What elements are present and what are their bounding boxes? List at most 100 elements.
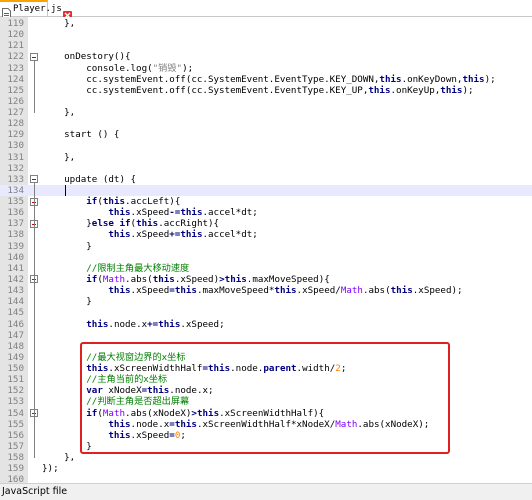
line-number: 143 xyxy=(7,285,24,297)
code-line[interactable]: 131 }, xyxy=(0,152,532,163)
code-line[interactable]: 149 //最大视窗边界的x坐标 xyxy=(0,352,532,363)
code-line[interactable]: 119 }, xyxy=(0,18,532,29)
line-number: 125 xyxy=(7,84,24,96)
close-icon[interactable] xyxy=(62,5,72,20)
code-line[interactable]: 135 if(this.accLeft){ xyxy=(0,196,532,207)
fold-toggle-icon[interactable] xyxy=(30,52,38,61)
code-token: parent xyxy=(263,363,297,375)
code-line[interactable]: 143 this.xSpeed=this.maxMoveSpeed*this.x… xyxy=(0,285,532,296)
code-token: else if xyxy=(91,218,131,230)
line-number: 120 xyxy=(7,29,24,41)
code-token: this xyxy=(208,363,231,375)
code-token: this xyxy=(224,273,247,285)
fold-toggle-icon[interactable] xyxy=(30,175,38,184)
code-line[interactable]: 145 xyxy=(0,307,532,318)
code-line[interactable]: 151 //主角当前的x坐标 xyxy=(0,374,532,385)
code-line[interactable]: 148 xyxy=(0,341,532,352)
code-text: cc.systemEvent.off(cc.SystemEvent.EventT… xyxy=(42,84,473,96)
code-line[interactable]: 146 this.node.x+=this.xSpeed; xyxy=(0,319,532,330)
code-line[interactable]: 158 }, xyxy=(0,452,532,463)
code-token: this xyxy=(379,73,402,85)
line-number: 139 xyxy=(7,240,24,252)
code-line[interactable]: 127 }, xyxy=(0,107,532,118)
code-line[interactable]: 154 if(Math.abs(xNodeX)>this.xScreenWidt… xyxy=(0,408,532,419)
line-number: 138 xyxy=(7,229,24,241)
code-token: .xSpeed/ xyxy=(296,285,341,297)
code-line[interactable]: 141 //限制主角最大移动速度 xyxy=(0,263,532,274)
code-line[interactable]: 126 xyxy=(0,96,532,107)
code-line[interactable]: 140 xyxy=(0,252,532,263)
tab-player-js[interactable]: Player.js xyxy=(0,0,72,20)
code-token: //最大视窗边界的x坐标 xyxy=(86,351,186,363)
code-token: } xyxy=(42,240,92,252)
line-number: 156 xyxy=(7,429,24,441)
code-token: .xSpeed xyxy=(130,285,170,297)
code-line[interactable]: 136 this.xSpeed-=this.accel*dt; xyxy=(0,207,532,218)
code-line[interactable]: 156 this.xSpeed=0; xyxy=(0,430,532,441)
code-text: this.xSpeed=this.maxMoveSpeed*this.xSpee… xyxy=(42,285,462,297)
code-editor[interactable]: 119 }, 120 121 122 onDestory(){123 console.… xyxy=(0,17,532,485)
line-number: 149 xyxy=(7,351,24,363)
code-line[interactable]: 120 xyxy=(0,29,532,40)
code-token: .xSpeed; xyxy=(180,318,225,330)
code-token: this xyxy=(158,318,181,330)
line-number: 122 xyxy=(7,51,24,63)
code-line[interactable]: 144 } xyxy=(0,296,532,307)
line-number: 137 xyxy=(7,218,24,230)
code-line[interactable]: 130 xyxy=(0,140,532,151)
code-line[interactable]: 139 } xyxy=(0,241,532,252)
code-line[interactable]: 152 var xNodeX=this.node.x; xyxy=(0,385,532,396)
line-number: 140 xyxy=(7,251,24,263)
code-text: this.xScreenWidthHalf=this.node.parent.w… xyxy=(42,363,346,374)
code-token: .width/ xyxy=(296,363,336,375)
code-line[interactable]: 150 this.xScreenWidthHalf=this.node.pare… xyxy=(0,363,532,374)
fold-guide xyxy=(34,60,35,113)
code-token: //主角当前的x坐标 xyxy=(86,374,168,386)
code-line[interactable]: 138 this.xSpeed+=this.accel*dt; xyxy=(0,229,532,240)
code-line[interactable]: 142 if(Math.abs(this.xSpeed)>this.maxMov… xyxy=(0,274,532,285)
code-token: this xyxy=(108,285,131,297)
code-token: this xyxy=(368,84,391,96)
code-text: }, xyxy=(42,107,75,118)
code-line[interactable]: 155 this.node.x=this.xScreenWidthHalf*xN… xyxy=(0,419,532,430)
code-line[interactable]: 124 cc.systemEvent.off(cc.SystemEvent.Ev… xyxy=(0,74,532,85)
code-token: .xSpeed) xyxy=(174,273,220,285)
code-line[interactable]: 128 xyxy=(0,118,532,129)
code-line[interactable]: 137 }else if(this.accRight){ xyxy=(0,218,532,229)
code-line[interactable]: 132 xyxy=(0,163,532,174)
code-token: this xyxy=(274,285,297,297)
code-line[interactable]: 157 } xyxy=(0,441,532,452)
code-token: ); xyxy=(484,73,496,85)
code-token: }, xyxy=(42,151,76,163)
code-line[interactable]: 125 cc.systemEvent.off(cc.SystemEvent.Ev… xyxy=(0,85,532,96)
code-token: this xyxy=(440,84,463,96)
line-number: 146 xyxy=(7,318,24,330)
line-number: 129 xyxy=(7,129,24,141)
code-token: ); xyxy=(182,62,194,74)
code-token: .node. xyxy=(230,363,264,375)
code-line[interactable]: 134 xyxy=(0,184,532,197)
code-line[interactable]: 133 update (dt) { xyxy=(0,174,532,185)
code-token: start () { xyxy=(42,129,120,141)
code-line[interactable]: 129 start () { xyxy=(0,129,532,140)
code-line[interactable]: 122 onDestory(){ xyxy=(0,51,532,62)
code-line[interactable]: 123 console.log("销毁"); xyxy=(0,63,532,74)
code-line[interactable]: 147 xyxy=(0,330,532,341)
code-text: //限制主角最大移动速度 xyxy=(42,263,189,274)
code-token: .xSpeed xyxy=(130,207,170,219)
line-number: 148 xyxy=(7,340,24,352)
code-token: .node.x xyxy=(108,318,148,330)
code-line[interactable]: 159}); xyxy=(0,463,532,474)
code-line[interactable]: 153 //判断主角是否超出屏幕 xyxy=(0,396,532,407)
code-text: if(Math.abs(this.xSpeed)>this.maxMoveSpe… xyxy=(42,274,330,285)
line-number: 128 xyxy=(7,118,24,130)
line-number: 123 xyxy=(7,62,24,74)
code-token: var xyxy=(86,385,103,397)
code-token: }, xyxy=(42,452,76,464)
code-token: .maxMoveSpeed* xyxy=(196,285,275,297)
code-line[interactable]: 121 xyxy=(0,40,532,51)
